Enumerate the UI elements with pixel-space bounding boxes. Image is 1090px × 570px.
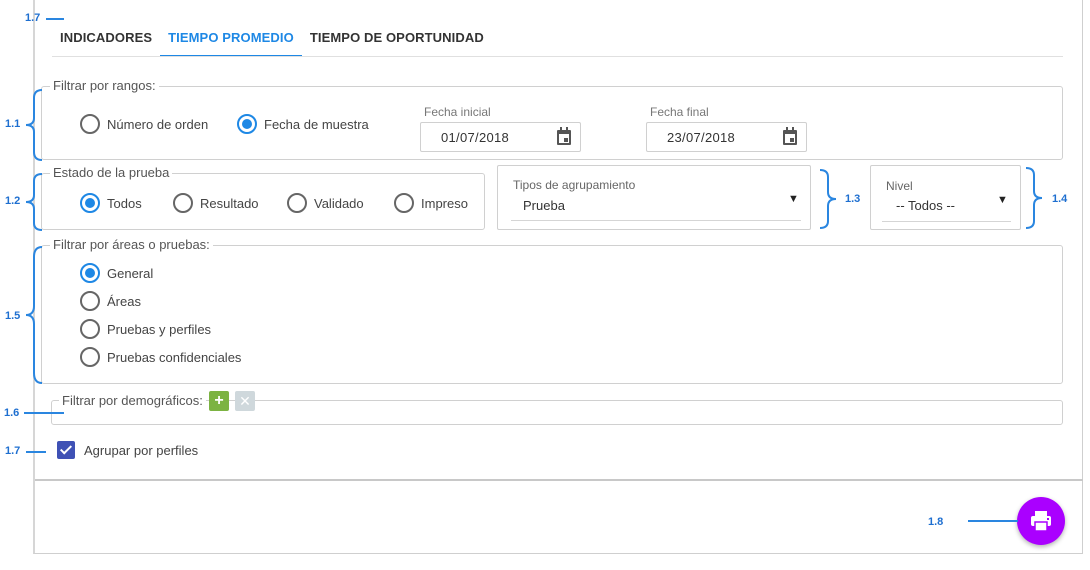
tabs-divider: [52, 56, 1063, 57]
grouping-label: Tipos de agrupamiento: [513, 178, 636, 192]
ranges-legend: Filtrar por rangos:: [50, 78, 159, 93]
radio-label: Áreas: [107, 293, 141, 309]
select-underline: [882, 221, 1011, 222]
radio-circle: [80, 263, 100, 283]
start-date-label: Fecha inicial: [424, 105, 491, 119]
group-profiles-label: Agrupar por perfiles: [84, 443, 199, 458]
radio-areas[interactable]: Áreas: [80, 291, 141, 311]
group-profiles-checkbox[interactable]: [57, 441, 75, 459]
annotation-label: 1.2: [5, 195, 21, 207]
annotation-label: 1.3: [845, 193, 861, 205]
demographics-fieldset: Filtrar por demográficos:: [51, 393, 1063, 425]
radio-pruebas-confidenciales[interactable]: Pruebas confidenciales: [80, 347, 241, 367]
annotation-line: [26, 451, 46, 453]
tab-bar: INDICADORES TIEMPO PROMEDIO TIEMPO DE OP…: [52, 27, 492, 57]
annotation-line: [968, 520, 1018, 522]
radio-numero-orden[interactable]: Número de orden: [80, 114, 208, 134]
print-button[interactable]: [1017, 497, 1065, 545]
calendar-icon[interactable]: [557, 127, 571, 145]
annotation-label: 1.8: [928, 516, 944, 528]
radio-label: Impreso: [421, 195, 468, 211]
radio-label: Fecha de muestra: [264, 116, 369, 132]
annotation-brace: [1025, 167, 1043, 229]
radio-circle: [237, 114, 257, 134]
add-demographic-button[interactable]: +: [209, 391, 229, 411]
end-date-value: 23/07/2018: [667, 130, 736, 145]
radio-circle: [80, 347, 100, 367]
annotation-label: 1.6: [4, 407, 20, 419]
panel-divider: [35, 479, 1083, 481]
grouping-select[interactable]: Tipos de agrupamiento Prueba ▼: [497, 165, 811, 230]
ranges-fieldset: Filtrar por rangos: Número de orden Fech…: [41, 78, 1063, 160]
radio-todos[interactable]: Todos: [80, 193, 142, 213]
tab-indicadores[interactable]: INDICADORES: [52, 27, 160, 57]
demographics-legend: Filtrar por demográficos:: [59, 393, 206, 408]
radio-label: Número de orden: [107, 116, 209, 132]
end-date-label: Fecha final: [650, 105, 709, 119]
start-date-field[interactable]: 01/07/2018: [420, 122, 581, 152]
radio-circle: [80, 319, 100, 339]
annotation-line: [24, 412, 64, 414]
level-select[interactable]: Nivel -- Todos -- ▼: [870, 165, 1021, 230]
annotation-label: 1.4: [1052, 193, 1068, 205]
dropdown-arrow-icon: ▼: [788, 193, 799, 205]
radio-circle: [173, 193, 193, 213]
radio-label: Pruebas confidenciales: [107, 349, 242, 365]
radio-label: General: [107, 265, 154, 281]
tab-tiempo-promedio[interactable]: TIEMPO PROMEDIO: [160, 27, 302, 57]
annotation-brace: [25, 246, 43, 384]
printer-icon: [1031, 511, 1051, 532]
annotation-label: 1.7: [25, 12, 41, 24]
radio-pruebas-perfiles[interactable]: Pruebas y perfiles: [80, 319, 211, 339]
radio-label: Todos: [107, 195, 142, 211]
select-underline: [511, 220, 801, 221]
radio-fecha-muestra[interactable]: Fecha de muestra: [237, 114, 369, 134]
annotation-line: [46, 18, 64, 20]
end-date-field[interactable]: 23/07/2018: [646, 122, 807, 152]
radio-circle: [287, 193, 307, 213]
state-fieldset: Estado de la prueba Todos Resultado Vali…: [41, 165, 485, 230]
clear-demographic-button[interactable]: ✕: [235, 391, 255, 411]
dropdown-arrow-icon: ▼: [997, 194, 1008, 206]
annotation-label: 1.1: [5, 118, 21, 130]
annotation-brace: [25, 89, 43, 161]
calendar-icon[interactable]: [783, 127, 797, 145]
start-date-value: 01/07/2018: [441, 130, 510, 145]
radio-resultado[interactable]: Resultado: [173, 193, 259, 213]
level-value: -- Todos --: [896, 198, 955, 213]
radio-circle: [80, 291, 100, 311]
radio-circle: [80, 193, 100, 213]
grouping-value: Prueba: [523, 198, 565, 213]
areas-legend: Filtrar por áreas o pruebas:: [50, 237, 213, 252]
radio-general[interactable]: General: [80, 263, 153, 283]
radio-impreso[interactable]: Impreso: [394, 193, 468, 213]
tab-tiempo-oportunidad[interactable]: TIEMPO DE OPORTUNIDAD: [302, 27, 492, 57]
annotation-brace: [25, 173, 43, 231]
radio-circle: [394, 193, 414, 213]
annotation-label: 1.5: [5, 310, 21, 322]
level-label: Nivel: [886, 179, 913, 193]
state-legend: Estado de la prueba: [50, 165, 173, 180]
annotation-brace: [819, 169, 837, 229]
radio-validado[interactable]: Validado: [287, 193, 364, 213]
radio-label: Resultado: [200, 195, 259, 211]
annotation-label: 1.7: [5, 445, 21, 457]
areas-fieldset: Filtrar por áreas o pruebas: General Áre…: [41, 237, 1063, 384]
radio-label: Pruebas y perfiles: [107, 321, 212, 337]
radio-circle: [80, 114, 100, 134]
radio-label: Validado: [314, 195, 364, 211]
